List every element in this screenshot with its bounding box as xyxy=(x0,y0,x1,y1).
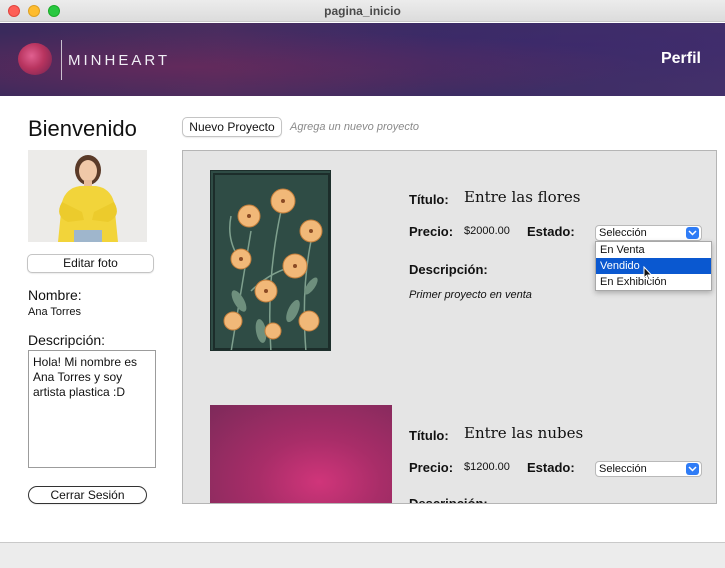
floral-artwork xyxy=(211,171,330,350)
project-price: $2000.00 xyxy=(464,225,510,237)
project-status-select-2[interactable]: Selección xyxy=(595,461,702,477)
new-project-button[interactable]: Nuevo Proyecto xyxy=(182,117,282,137)
chevron-down-icon xyxy=(686,227,699,239)
welcome-heading: Bienvenido xyxy=(28,116,137,141)
brand-logo-icon xyxy=(18,43,52,75)
project-title-label: Título: xyxy=(409,192,449,207)
header-banner: MINHEART Perfil xyxy=(0,23,725,96)
name-value: Ana Torres xyxy=(28,306,81,318)
project-price-label: Precio: xyxy=(409,224,454,239)
app-window: pagina_inicio MINHEART Perfil Bienvenido… xyxy=(0,0,725,568)
project-artwork-image xyxy=(210,170,331,351)
project-description-label: Descripción: xyxy=(409,262,488,277)
project-price-label-2: Precio: xyxy=(409,460,454,475)
name-label: Nombre: xyxy=(28,287,82,303)
status-option-en-exhibicion[interactable]: En Exhibición xyxy=(596,274,711,290)
project-status-label: Estado: xyxy=(527,224,575,239)
status-select-value: Selección xyxy=(599,227,647,239)
description-textarea[interactable]: Hola! Mi nombre es Ana Torres y soy arti… xyxy=(28,350,156,468)
project-description-label-2: Descripción: xyxy=(409,496,488,504)
project-price-2: $1200.00 xyxy=(464,461,510,473)
window-title: pagina_inicio xyxy=(324,4,401,18)
logo-divider xyxy=(61,40,62,80)
new-project-hint: Agrega un nuevo proyecto xyxy=(290,121,420,133)
chevron-down-icon xyxy=(686,463,699,475)
project-description: Primer proyecto en venta xyxy=(409,289,532,301)
description-label: Descripción: xyxy=(28,332,106,348)
profile-photo-image xyxy=(28,150,147,242)
projects-scroll-panel[interactable]: Título: Entre las flores Precio: $2000.0… xyxy=(182,150,717,504)
edit-photo-button[interactable]: Editar foto xyxy=(27,254,154,273)
project-status-label-2: Estado: xyxy=(527,460,575,475)
project-title: Entre las flores xyxy=(464,188,581,206)
logout-button[interactable]: Cerrar Sesión xyxy=(28,486,147,504)
profile-photo xyxy=(28,150,147,242)
status-dropdown-menu: En Venta Vendido En Exhibición xyxy=(595,241,712,291)
project-title-label-2: Título: xyxy=(409,428,449,443)
project-title-2: Entre las nubes xyxy=(464,424,584,442)
status-select-value-2: Selección xyxy=(599,463,647,475)
brand-name: MINHEART xyxy=(68,52,171,69)
profile-link[interactable]: Perfil xyxy=(661,50,701,68)
status-option-en-venta[interactable]: En Venta xyxy=(596,242,711,258)
status-option-vendido[interactable]: Vendido xyxy=(596,258,711,274)
project-artwork-image-2 xyxy=(210,405,392,503)
bottom-bar xyxy=(0,542,725,568)
mouse-pointer-icon xyxy=(643,266,653,281)
title-bar: pagina_inicio xyxy=(0,0,725,22)
project-status-select[interactable]: Selección xyxy=(595,225,702,241)
